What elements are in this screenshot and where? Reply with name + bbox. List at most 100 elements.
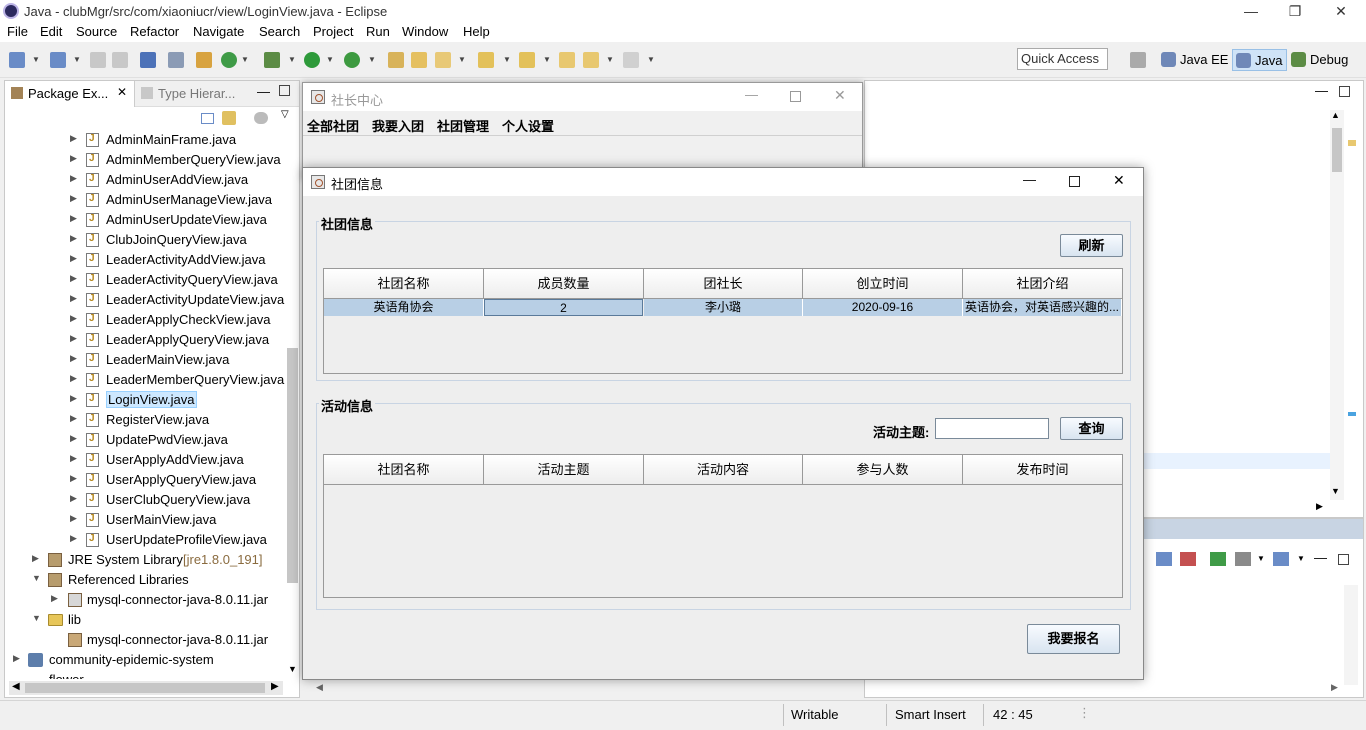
external-tools-icon[interactable] [344,52,360,68]
menu-edit[interactable]: Edit [40,24,62,39]
activity-table[interactable]: 社团名称 活动主题 活动内容 参与人数 发布时间 [323,454,1123,598]
tree-item-project[interactable]: flower [5,670,301,679]
chevron-down-icon[interactable]: ▼ [543,55,551,64]
focus-icon[interactable] [254,112,268,124]
chevron-down-icon[interactable]: ▼ [288,55,296,64]
maximize-button[interactable] [1069,176,1080,187]
chevron-right-icon[interactable]: ▶ [70,173,77,184]
chevron-right-icon[interactable]: ▶ [70,393,77,404]
chevron-up-icon[interactable]: ▲ [1331,110,1340,120]
pin-console-icon[interactable] [1210,552,1226,566]
pen-icon[interactable] [435,52,451,68]
tree-item-lib-jar[interactable]: mysql-connector-java-8.0.11.jar [5,630,301,650]
scroll-thumb[interactable] [25,683,265,693]
column-header-founded-date[interactable]: 创立时间 [803,269,963,299]
tree-item-java-file[interactable]: ▶ LeaderActivityAddView.java [5,250,301,270]
tree-item-java-file[interactable]: ▶ AdminUserAddView.java [5,170,301,190]
tree-item-java-file[interactable]: ▶ AdminMemberQueryView.java [5,150,301,170]
tree-item-java-file[interactable]: ▶ AdminUserUpdateView.java [5,210,301,230]
chevron-left-icon[interactable]: ◀ [316,682,323,693]
tree-item-java-file[interactable]: ▶ UserMainView.java [5,510,301,530]
debug-icon[interactable] [264,52,280,68]
tree-item-java-file[interactable]: ▶ UserClubQueryView.java [5,490,301,510]
table-row[interactable]: 英语角协会 2 李小璐 2020-09-16 英语协会，对英语感兴趣的... [324,299,1122,316]
table-cell[interactable]: 李小璐 [644,299,803,316]
tree-item-referenced-libraries[interactable]: ▼ Referenced Libraries [5,570,301,590]
chevron-right-icon[interactable]: ▶ [70,313,77,324]
build-icon[interactable] [196,52,212,68]
chevron-down-icon[interactable]: ▼ [73,55,81,64]
column-header-activity-content[interactable]: 活动内容 [644,455,803,485]
menu-join-club[interactable]: 我要入团 [372,116,424,135]
tree-item-java-file[interactable]: ▶ AdminUserManageView.java [5,190,301,210]
menu-personal-settings[interactable]: 个人设置 [502,116,554,135]
table-cell[interactable]: 2020-09-16 [803,299,963,316]
chevron-down-icon[interactable]: ▼ [326,55,334,64]
chevron-right-icon[interactable]: ▶ [70,533,77,544]
chevron-right-icon[interactable]: ▶ [70,453,77,464]
activity-topic-input[interactable] [935,418,1049,439]
maximize-button[interactable]: ❐ [1272,0,1318,22]
chevron-left-icon[interactable]: ◀ [12,681,20,692]
tree-item-java-file[interactable]: ▶ LeaderApplyCheckView.java [5,310,301,330]
close-icon[interactable]: ✕ [117,85,127,99]
minimize-button[interactable]: — [1023,172,1036,187]
maximize-view-icon[interactable] [1339,86,1350,97]
run-icon[interactable] [304,52,320,68]
vertical-scroll-thumb[interactable] [287,348,298,583]
close-button[interactable]: ✕ [1113,172,1125,189]
chevron-down-icon[interactable]: ▼ [241,55,249,64]
column-header-club-name[interactable]: 社团名称 [324,455,484,485]
chevron-down-icon[interactable]: ▼ [32,613,41,623]
chevron-right-icon[interactable]: ▶ [70,473,77,484]
position-marker[interactable] [1348,412,1356,416]
club-table[interactable]: 社团名称 成员数量 团社长 创立时间 社团介绍 英语角协会 2 李小璐 2020… [323,268,1123,374]
drag-handle-icon[interactable]: ⋮ [1078,705,1091,721]
tree-item-java-file[interactable]: ▶ UpdatePwdView.java [5,430,301,450]
column-header-member-count[interactable]: 成员数量 [484,269,644,299]
tree-item-java-file[interactable]: ▶ LeaderApplyQueryView.java [5,330,301,350]
chevron-right-icon[interactable]: ▶ [70,433,77,444]
minimize-view-icon[interactable]: — [1314,550,1327,565]
table-cell[interactable]: 英语角协会 [324,299,484,316]
new-package-icon[interactable] [50,52,66,68]
chevron-down-icon[interactable]: ▼ [647,55,655,64]
back-icon[interactable] [583,52,599,68]
menu-project[interactable]: Project [313,24,353,39]
tree-item-java-file[interactable]: ▶ RegisterView.java [5,410,301,430]
open-console-icon[interactable] [1273,552,1289,566]
tree-item-java-file[interactable]: ▶ AdminMainFrame.java [5,130,301,150]
console-icon[interactable] [140,52,156,68]
maximize-view-icon[interactable] [1338,554,1349,565]
table-cell[interactable]: 英语协会，对英语感兴趣的... [963,299,1122,316]
chevron-right-icon[interactable]: ▶ [70,193,77,204]
save-icon[interactable] [90,52,106,68]
tree-item-java-file[interactable]: ▶ UserUpdateProfileView.java [5,530,301,550]
tree-item-java-file[interactable]: ▶ ClubJoinQueryView.java [5,230,301,250]
tree-item-jre[interactable]: ▶ JRE System Library [jre1.8.0_191] [5,550,301,570]
menu-club-management[interactable]: 社团管理 [437,116,489,135]
query-button[interactable]: 查询 [1060,417,1123,440]
chevron-right-icon[interactable]: ▶ [70,333,77,344]
chevron-right-icon[interactable]: ▶ [70,413,77,424]
tree-item-project[interactable]: ▶ community-epidemic-system [5,650,301,670]
tree-item-lib[interactable]: ▼ lib [5,610,301,630]
skip-breakpoints-icon[interactable] [168,52,184,68]
collapse-all-icon[interactable] [201,113,214,124]
chevron-right-icon[interactable]: ▶ [1316,501,1323,512]
column-header-publish-time[interactable]: 发布时间 [963,455,1122,485]
open-perspective-icon[interactable] [1130,52,1146,68]
maximize-view-icon[interactable] [279,85,290,96]
column-header-description[interactable]: 社团介绍 [963,269,1122,299]
chevron-down-icon[interactable]: ▼ [288,664,297,674]
minimize-view-icon[interactable]: — [1315,83,1328,98]
forward-icon[interactable] [623,52,639,68]
chevron-right-icon[interactable]: ▶ [13,653,20,664]
chevron-down-icon[interactable]: ▼ [1257,554,1265,563]
chevron-right-icon[interactable]: ▶ [1331,682,1338,693]
remove-launch-icon[interactable] [1180,552,1196,566]
link-editor-icon[interactable] [222,111,236,125]
bottom-scrollbar[interactable] [1344,585,1358,685]
chevron-down-icon[interactable]: ▼ [1297,554,1305,563]
tree-item-java-file[interactable]: ▶ LeaderActivityUpdateView.java [5,290,301,310]
